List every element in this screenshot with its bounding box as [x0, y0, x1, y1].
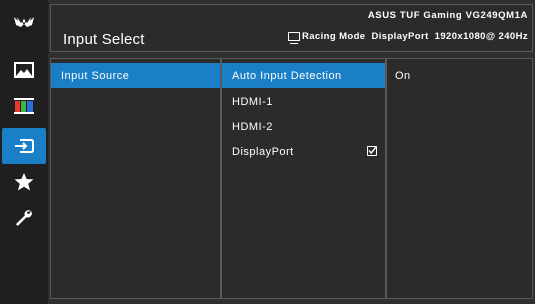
header: Input Select ASUS TUF Gaming VG249QM1A R…	[50, 4, 533, 52]
menu-item-input-source[interactable]: Input Source	[51, 63, 220, 88]
menu-column-1: Input Source	[50, 58, 221, 299]
option-label: DisplayPort	[232, 145, 294, 158]
option-auto-input-detection[interactable]: Auto Input Detection	[222, 63, 385, 88]
monitor-icon	[287, 32, 300, 44]
option-label: Auto Input Detection	[232, 69, 342, 82]
game-mode-label: Racing Mode	[301, 31, 366, 42]
option-label: HDMI-1	[232, 95, 273, 108]
osd-menu: Input Select ASUS TUF Gaming VG249QM1A R…	[0, 0, 535, 304]
wrench-icon	[16, 210, 32, 226]
value-label: On	[395, 69, 411, 82]
status-line: Racing Mode DisplayPort 1920x1080@ 240Hz	[287, 31, 528, 44]
value-on[interactable]: On	[387, 63, 532, 88]
sidebar-item-system-setup[interactable]	[0, 200, 48, 236]
page-title: Input Select	[63, 31, 145, 48]
tuf-logo-icon	[0, 4, 48, 40]
option-displayport[interactable]: DisplayPort	[222, 139, 385, 164]
sidebar-item-image[interactable]	[0, 52, 48, 88]
sidebar-item-color[interactable]	[0, 88, 48, 124]
sidebar-item-myfavorite[interactable]	[0, 164, 48, 200]
sidebar	[0, 0, 48, 304]
input-port-label: DisplayPort	[371, 31, 429, 42]
sidebar-item-input-select[interactable]	[2, 128, 46, 164]
option-label: HDMI-2	[232, 120, 273, 133]
menu-item-label: Input Source	[61, 69, 130, 82]
menu-column-2: Auto Input Detection HDMI-1 HDMI-2 Displ…	[221, 58, 386, 299]
picture-icon	[14, 62, 34, 78]
option-hdmi-1[interactable]: HDMI-1	[222, 89, 385, 114]
input-select-icon	[15, 139, 34, 153]
checkbox-checked-icon	[367, 146, 377, 156]
star-icon	[14, 173, 34, 191]
color-bars-icon	[14, 98, 34, 114]
option-hdmi-2[interactable]: HDMI-2	[222, 114, 385, 139]
model-name: ASUS TUF Gaming VG249QM1A	[367, 10, 528, 21]
resolution-label: 1920x1080@ 240Hz	[434, 31, 528, 42]
menu-column-3: On	[386, 58, 533, 299]
